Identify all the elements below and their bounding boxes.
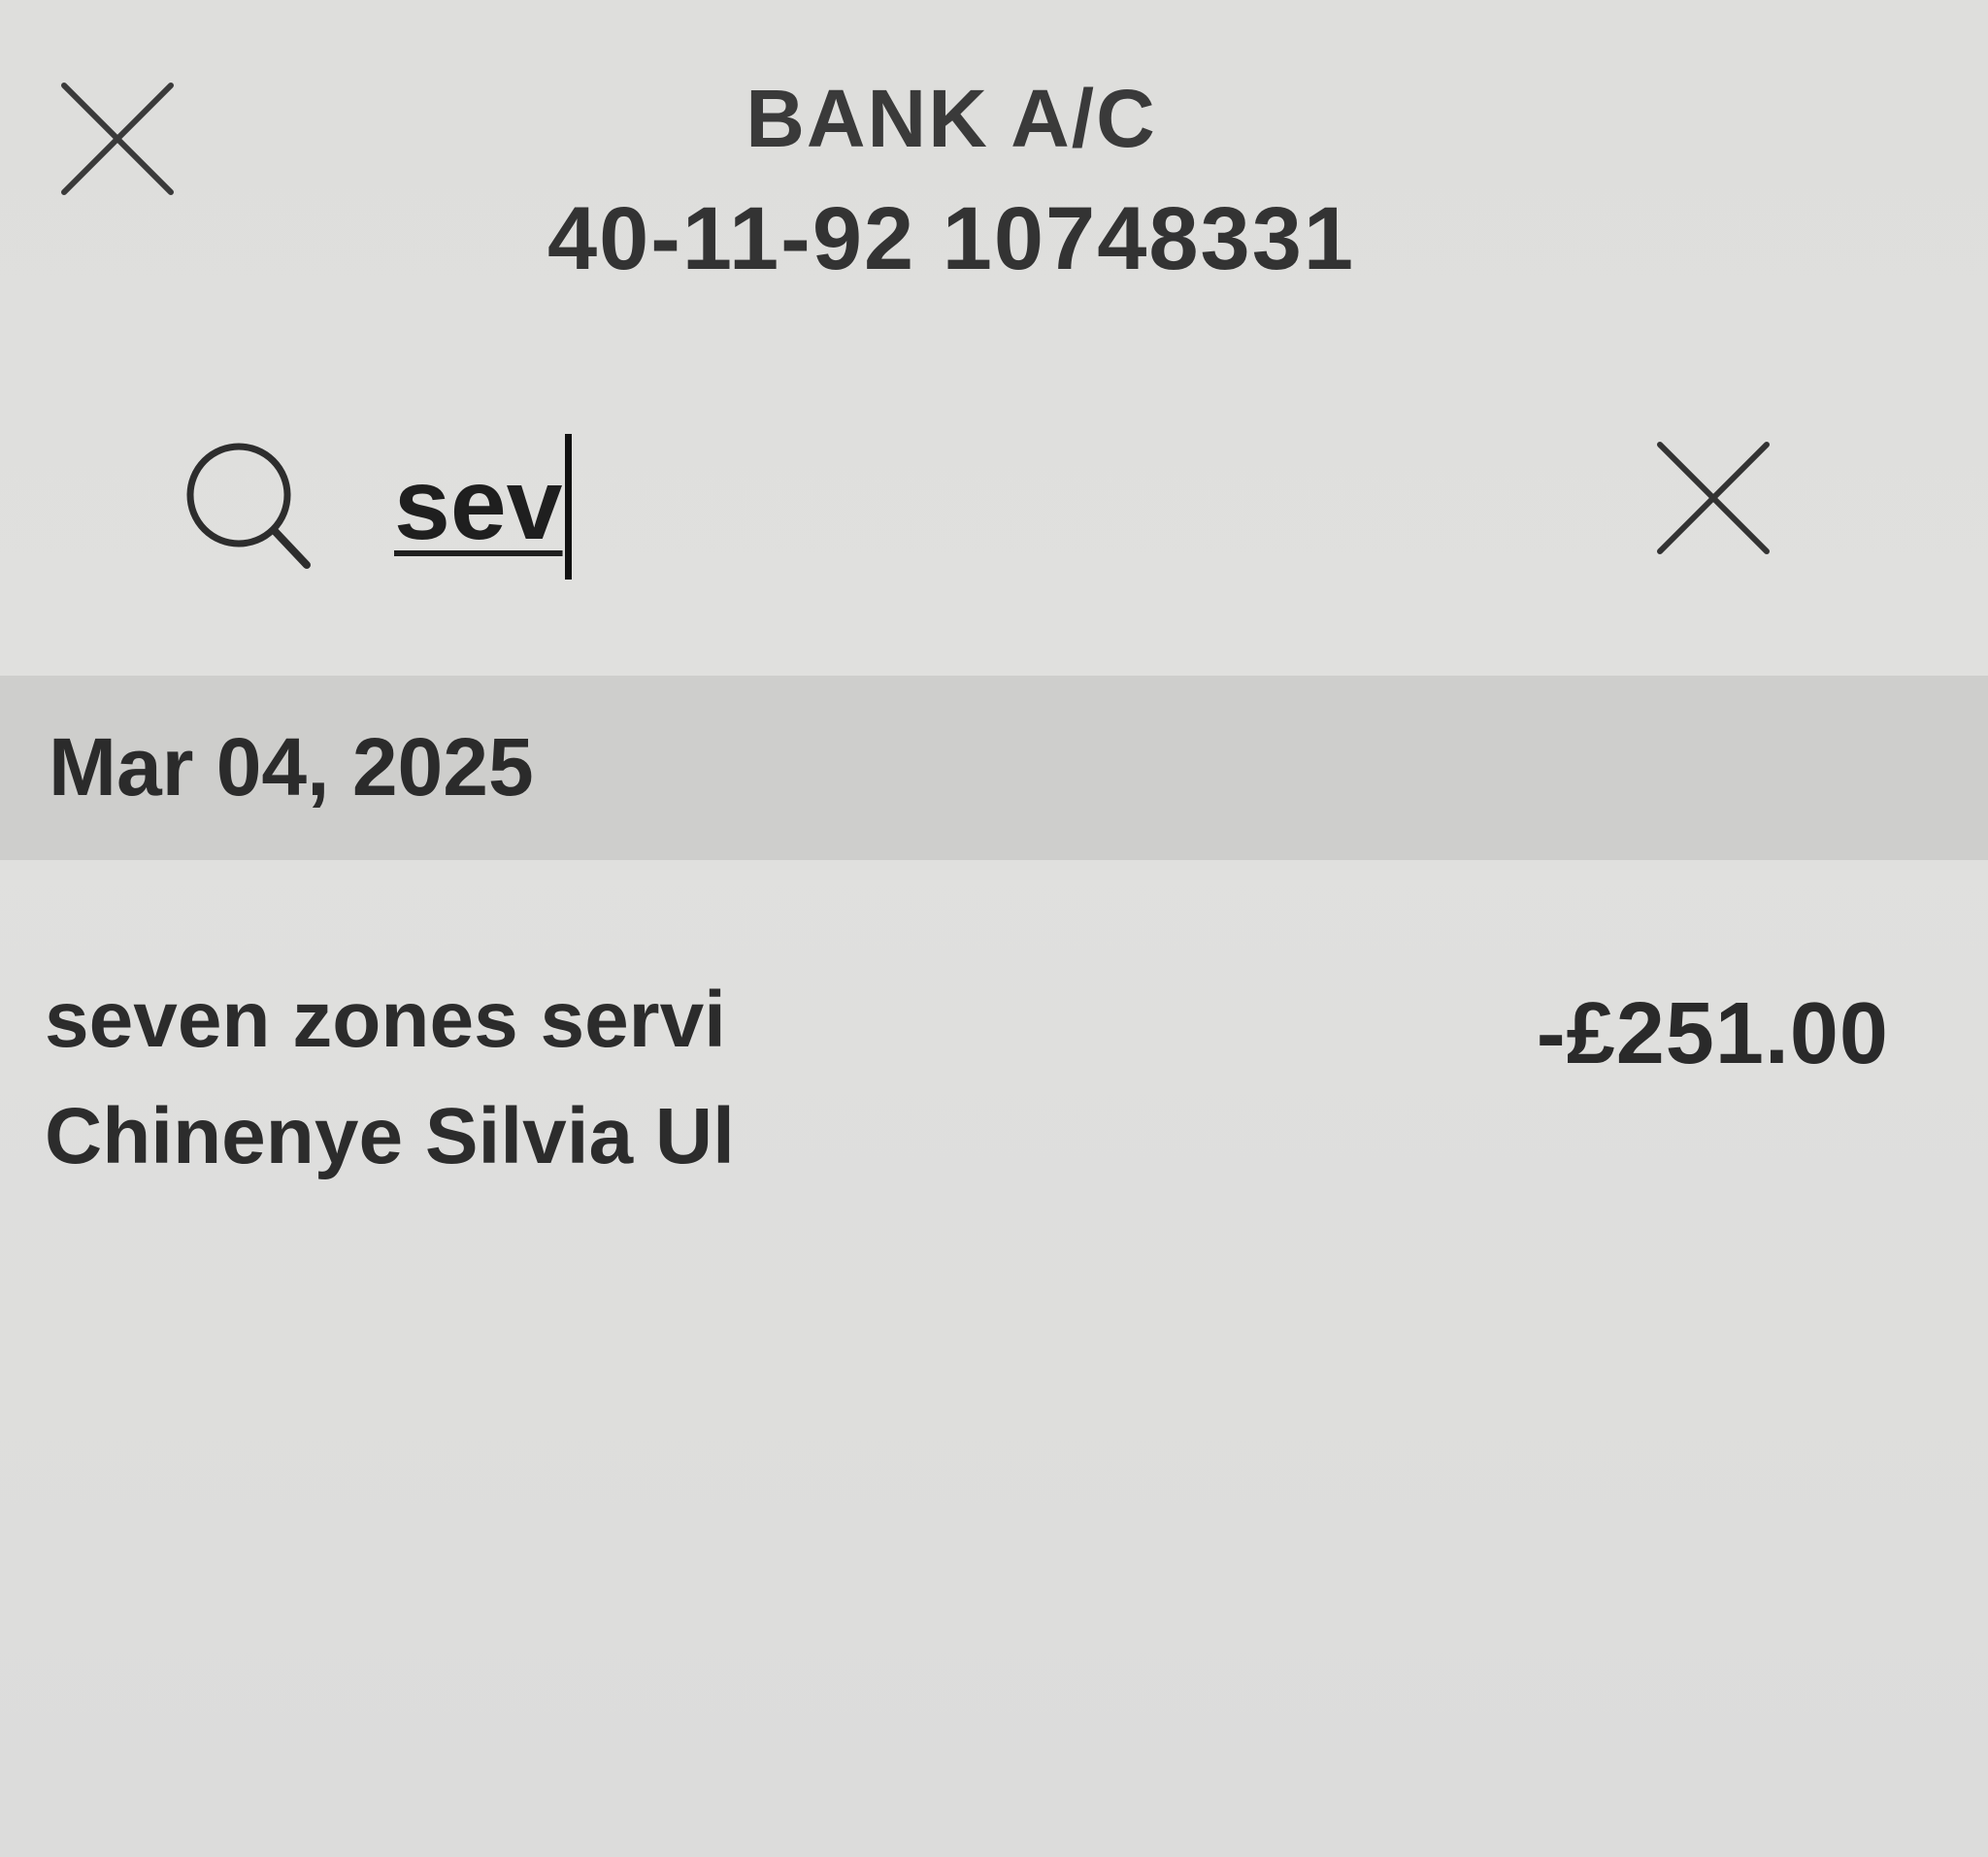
clear-search-button[interactable] xyxy=(1650,435,1776,561)
page-title: BANK A/C xyxy=(746,73,1157,164)
account-number: 40-11-92 10748331 xyxy=(547,189,1356,288)
header: BANK A/C 40-11-92 10748331 xyxy=(0,0,1988,320)
transaction-amount: -£251.00 xyxy=(1536,985,1889,1082)
search-input-value: sev xyxy=(394,448,563,561)
date-label: Mar 04, 2025 xyxy=(49,721,534,812)
date-section-header: Mar 04, 2025 xyxy=(0,676,1988,860)
search-icon xyxy=(181,437,316,573)
text-caret xyxy=(564,433,572,580)
transaction-row[interactable]: seven zones servi Chinenye Silvia Ul -£2… xyxy=(0,932,1988,1223)
transaction-description: seven zones servi xyxy=(45,976,726,1064)
search-input[interactable]: sev xyxy=(394,427,1559,582)
screen: BANK A/C 40-11-92 10748331 sev Mar 04, 2… xyxy=(0,0,1988,1857)
search-bar: sev xyxy=(0,388,1988,670)
transaction-payee: Chinenye Silvia Ul xyxy=(45,1092,735,1180)
